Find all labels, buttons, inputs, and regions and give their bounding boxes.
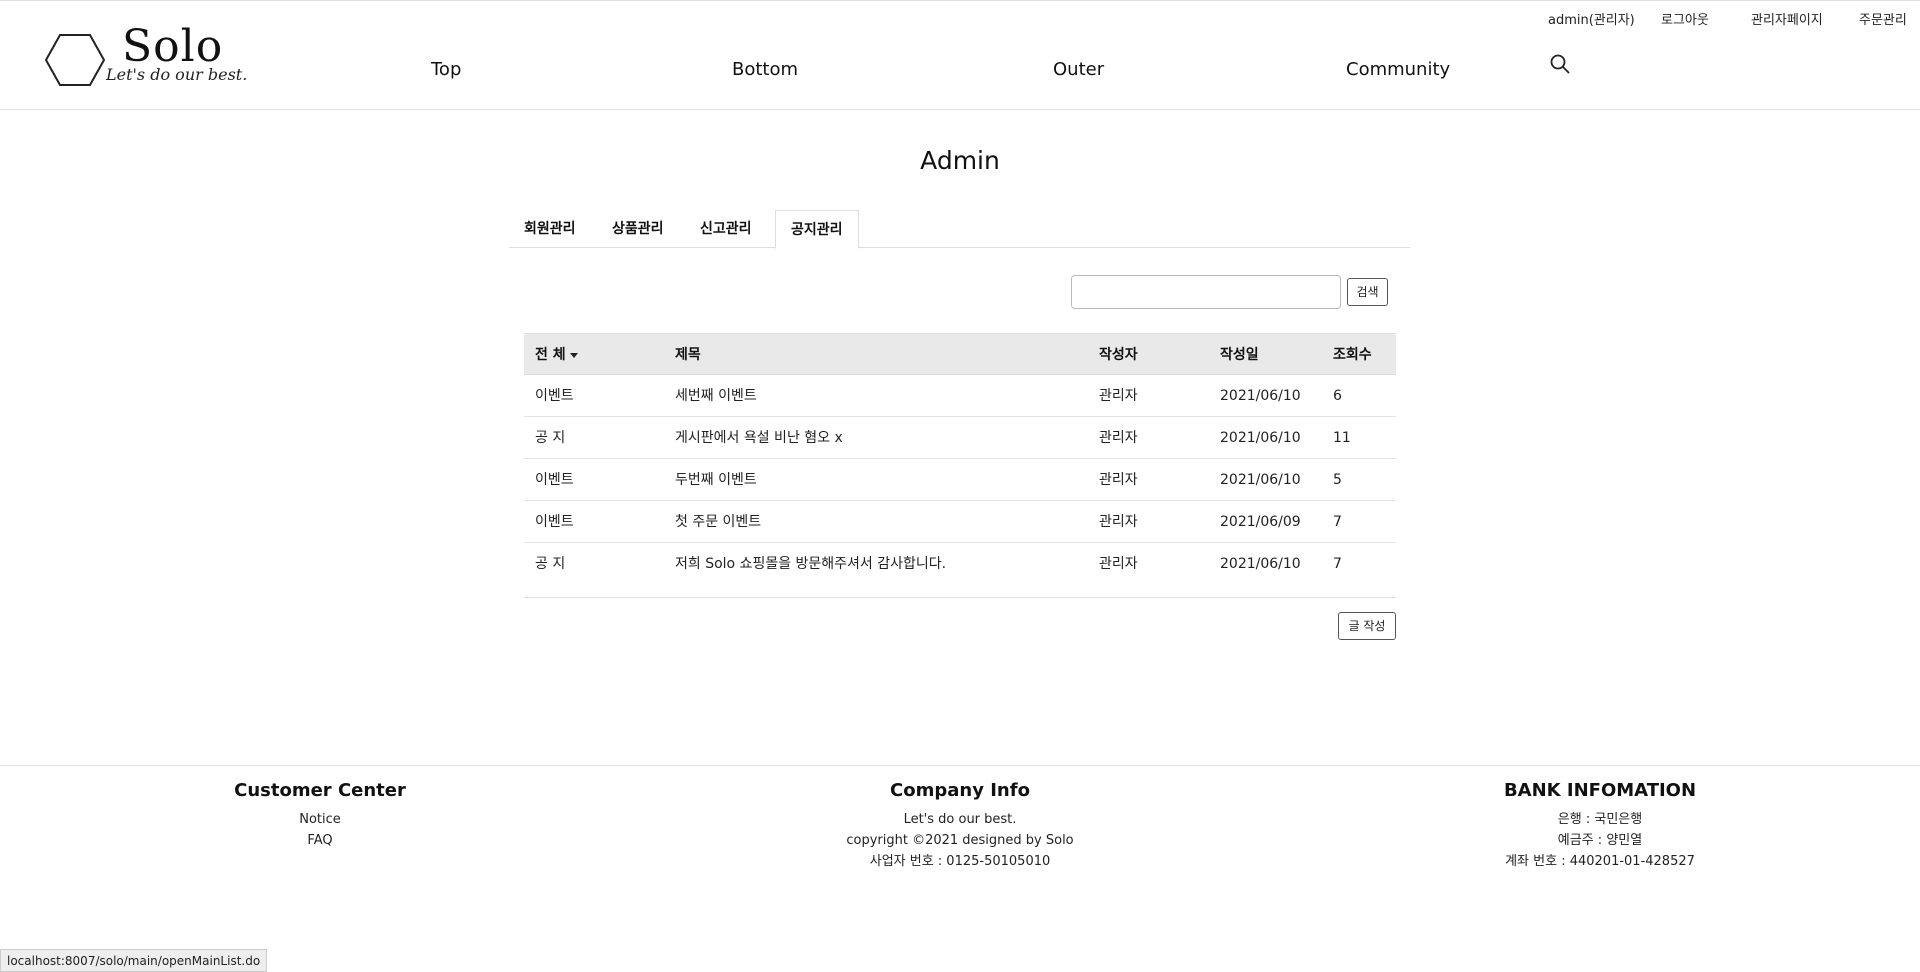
row-category: 이벤트: [535, 514, 574, 530]
search-button[interactable]: 검색: [1347, 278, 1388, 306]
browser-status-url: localhost:8007/solo/main/openMainList.do: [0, 949, 268, 972]
row-title-link[interactable]: 첫 주문 이벤트: [675, 501, 761, 543]
write-post-button[interactable]: 글 작성: [1338, 612, 1396, 640]
nav-community[interactable]: Community: [1346, 59, 1450, 80]
tab-report-manage[interactable]: 신고관리: [685, 210, 767, 248]
footer-faq-link[interactable]: FAQ: [220, 830, 420, 851]
admin-tabs: 회원관리 상품관리 신고관리 공지관리: [509, 210, 1410, 249]
table-row[interactable]: 공 지 게시판에서 욕설 비난 혐오 x 관리자 2021/06/10 11: [524, 417, 1396, 459]
bank-info-title: BANK INFOMATION: [1503, 780, 1697, 801]
row-author: 관리자: [1099, 430, 1138, 446]
row-category: 이벤트: [535, 472, 574, 488]
row-category: 이벤트: [535, 388, 574, 404]
company-slogan: Let's do our best.: [903, 812, 1017, 827]
site-header: Solo Let's do our best. admin(관리자) 로그아웃 …: [0, 0, 1920, 110]
table-bottom-divider: [524, 597, 1396, 598]
bank-account-number: 계좌 번호 : 440201-01-428527: [1505, 854, 1695, 869]
row-views: 11: [1333, 430, 1351, 446]
row-author: 관리자: [1099, 472, 1138, 488]
logo[interactable]: Solo Let's do our best.: [44, 21, 274, 87]
header-views: 조회수: [1333, 347, 1372, 363]
company-info-section: Company Info Let's do our best. copyrigh…: [810, 780, 1110, 872]
tab-product-manage[interactable]: 상품관리: [597, 210, 679, 248]
company-info-title: Company Info: [890, 780, 1030, 801]
table-row[interactable]: 이벤트 세번째 이벤트 관리자 2021/06/10 6: [524, 375, 1396, 417]
row-author: 관리자: [1099, 556, 1138, 572]
bank-account-holder: 예금주 : 양민열: [1557, 833, 1643, 848]
logout-link[interactable]: 로그아웃: [1661, 9, 1709, 28]
table-header-row: 전 체 제목 작성자 작성일 조회수: [524, 333, 1396, 375]
table-row[interactable]: 이벤트 두번째 이벤트 관리자 2021/06/10 5: [524, 459, 1396, 501]
row-title-link[interactable]: 두번째 이벤트: [675, 459, 757, 501]
search-icon[interactable]: [1549, 53, 1571, 75]
row-views: 7: [1333, 556, 1342, 572]
search-input[interactable]: [1071, 275, 1341, 309]
page-title: Admin: [920, 146, 1000, 175]
tab-notice-manage[interactable]: 공지관리: [775, 210, 859, 249]
logo-slogan: Let's do our best.: [106, 65, 248, 84]
bank-info-section: BANK INFOMATION 은행 : 국민은행 예금주 : 양민열 계좌 번…: [1450, 780, 1750, 872]
company-copyright: copyright ©2021 designed by Solo: [846, 833, 1074, 848]
row-title-link[interactable]: 게시판에서 욕설 비난 혐오 x: [675, 417, 843, 459]
category-filter-dropdown[interactable]: 전 체: [535, 334, 578, 376]
row-title-link[interactable]: 세번째 이벤트: [675, 375, 757, 417]
bank-name: 은행 : 국민은행: [1557, 812, 1643, 827]
customer-center-section: Customer Center Notice FAQ: [220, 780, 420, 851]
current-user-label: admin(관리자): [1548, 13, 1635, 28]
company-business-number: 사업자 번호 : 0125-50105010: [869, 854, 1051, 869]
table-row[interactable]: 이벤트 첫 주문 이벤트 관리자 2021/06/09 7: [524, 501, 1396, 543]
customer-center-title: Customer Center: [234, 780, 406, 801]
header-author: 작성자: [1099, 347, 1138, 363]
site-footer: Customer Center Notice FAQ Company Info …: [0, 765, 1920, 972]
caret-down-icon: [569, 352, 578, 358]
nav-bottom[interactable]: Bottom: [732, 59, 798, 80]
row-views: 6: [1333, 388, 1342, 404]
row-date: 2021/06/10: [1220, 556, 1301, 572]
notice-table: 전 체 제목 작성자 작성일 조회수 이벤트 세번째 이벤트 관리자 2021/…: [524, 333, 1396, 585]
row-author: 관리자: [1099, 388, 1138, 404]
admin-page-link[interactable]: 관리자페이지: [1751, 9, 1823, 28]
row-date: 2021/06/10: [1220, 472, 1301, 488]
category-filter-label: 전 체: [535, 347, 566, 363]
nav-top[interactable]: Top: [431, 59, 461, 80]
order-manage-link[interactable]: 주문관리: [1859, 9, 1907, 28]
nav-outer[interactable]: Outer: [1053, 59, 1104, 80]
row-title-link[interactable]: 저희 Solo 쇼핑몰을 방문해주셔서 감사합니다.: [675, 543, 946, 585]
row-date: 2021/06/09: [1220, 514, 1301, 530]
row-views: 7: [1333, 514, 1342, 530]
row-date: 2021/06/10: [1220, 430, 1301, 446]
row-category: 공 지: [535, 556, 566, 572]
header-date: 작성일: [1220, 347, 1259, 363]
hexagon-logo-icon: [44, 34, 106, 86]
row-date: 2021/06/10: [1220, 388, 1301, 404]
row-views: 5: [1333, 472, 1342, 488]
header-title: 제목: [675, 347, 701, 363]
tab-member-manage[interactable]: 회원관리: [509, 210, 591, 248]
footer-notice-link[interactable]: Notice: [220, 809, 420, 830]
table-row[interactable]: 공 지 저희 Solo 쇼핑몰을 방문해주셔서 감사합니다. 관리자 2021/…: [524, 543, 1396, 585]
row-author: 관리자: [1099, 514, 1138, 530]
row-category: 공 지: [535, 430, 566, 446]
